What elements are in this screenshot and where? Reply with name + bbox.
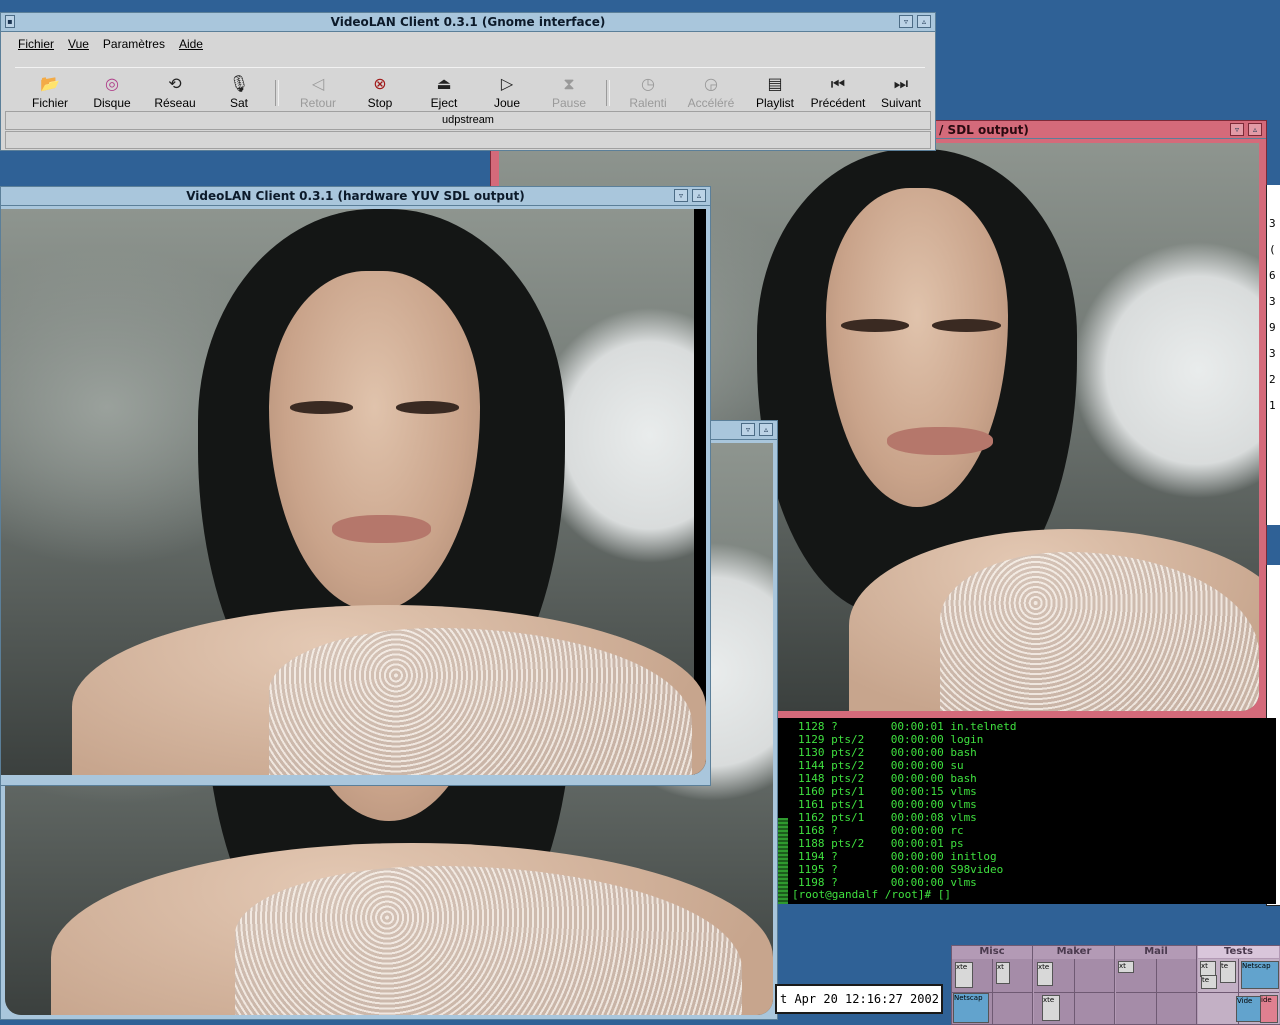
desktop-pager: Misc xte xt Maker xte xte Mail xt Tests … — [951, 945, 1280, 1025]
minimize-button[interactable]: ▿ — [1230, 123, 1244, 136]
progress-bar[interactable] — [5, 131, 931, 149]
mini-window[interactable]: te — [1201, 975, 1217, 989]
desktop-mail[interactable]: Mail xt — [1116, 946, 1197, 1024]
pause-icon: ⧗ — [563, 74, 575, 93]
mini-window[interactable]: xt — [1118, 961, 1134, 973]
terminal-line: 1160 pts/1 00:00:15 vlms — [798, 785, 977, 798]
fast-icon: ◶ — [704, 74, 718, 93]
terminal-line: 1162 pts/1 00:00:08 vlms — [798, 811, 977, 824]
status-text: udpstream — [442, 114, 494, 126]
menu-vue[interactable]: Vue — [61, 33, 96, 55]
partial-window-right-top: 3 ( 6 3 9 3 2 1 — [1266, 185, 1280, 525]
terminal-line: 1129 pts/2 00:00:00 login — [798, 733, 984, 746]
play-icon: ▷ — [500, 74, 514, 93]
terminal-line: 1188 pts/2 00:00:01 ps — [798, 837, 964, 850]
mini-window[interactable]: xte — [1037, 962, 1053, 986]
mini-window[interactable]: Netscap — [953, 993, 989, 1023]
mini-window[interactable]: xt — [996, 962, 1010, 984]
terminal-window[interactable]: 1128 ? 00:00:01 in.telnetd 1129 pts/2 00… — [776, 718, 1276, 904]
toolbar-separator — [606, 80, 610, 106]
folder-open-icon: 📂 — [40, 74, 60, 93]
maximize-button[interactable]: ▵ — [759, 423, 773, 436]
playlist-icon: ▤ — [767, 74, 783, 93]
minimize-button[interactable]: ▿ — [899, 15, 913, 28]
menu-fichier[interactable]: Fichier — [11, 33, 61, 55]
terminal-line: 1168 ? 00:00:00 rc — [798, 824, 964, 837]
mini-window[interactable]: xte — [1042, 995, 1060, 1021]
terminal-prompt[interactable]: [root@gandalf /root]# [] — [792, 888, 951, 901]
desktop-tests[interactable]: Tests xt te te Netscap Vide ide — [1198, 946, 1279, 1024]
disc-icon: ◎ — [105, 74, 119, 93]
mini-window[interactable]: Netscap — [1241, 961, 1279, 989]
desktop-label: Maker — [1034, 946, 1114, 958]
vlc-main-window: VideoLAN Client 0.3.1 (Gnome interface) … — [0, 12, 936, 151]
clock: t Apr 20 12:16:27 2002 — [775, 984, 943, 1014]
vlc-main-title: VideoLAN Client 0.3.1 (Gnome interface) — [330, 15, 606, 29]
terminal-line: 1161 pts/1 00:00:00 vlms — [798, 798, 977, 811]
desktop-label: Misc — [952, 946, 1032, 958]
mini-window[interactable]: te — [1220, 961, 1236, 983]
microphone-icon: 🎙 — [228, 74, 250, 93]
desktop-maker[interactable]: Maker xte xte — [1034, 946, 1115, 1024]
video-window-front-title: VideoLAN Client 0.3.1 (hardware YUV SDL … — [186, 189, 525, 203]
mini-window[interactable]: xte — [955, 962, 973, 988]
menu-aide[interactable]: Aide — [172, 33, 210, 55]
prev-icon: ⏮ — [830, 74, 846, 93]
menu-bar: Fichier Vue Paramètres Aide — [11, 33, 210, 55]
status-bar: udpstream — [5, 111, 931, 130]
maximize-button[interactable]: ▵ — [692, 189, 706, 202]
clock-text: t Apr 20 12:16:27 2002 — [780, 992, 939, 1006]
desktop-label: Mail — [1116, 946, 1196, 958]
vlc-main-titlebar[interactable]: VideoLAN Client 0.3.1 (Gnome interface) — [1, 13, 935, 32]
maximize-button[interactable]: ▵ — [1248, 123, 1262, 136]
video-window-front-titlebar[interactable]: VideoLAN Client 0.3.1 (hardware YUV SDL … — [1, 187, 710, 206]
terminal-line: 1195 ? 00:00:00 S98video — [798, 863, 1004, 876]
video-window-front: VideoLAN Client 0.3.1 (hardware YUV SDL … — [0, 186, 711, 786]
video-window-back-title: / SDL output) — [939, 123, 1029, 137]
slow-icon: ◷ — [641, 74, 655, 93]
menu-parametres[interactable]: Paramètres — [96, 33, 172, 55]
window-menu-button[interactable]: ▪ — [5, 15, 15, 28]
terminal-line: 1148 pts/2 00:00:00 bash — [798, 772, 977, 785]
mini-window[interactable]: ide — [1260, 995, 1278, 1023]
toolbar-separator — [275, 80, 279, 106]
video-frame-front — [1, 209, 706, 775]
terminal-line: 1130 pts/2 00:00:00 bash — [798, 746, 977, 759]
back-icon: ◁ — [311, 74, 325, 93]
right-edge-text: 3 ( 6 3 9 3 2 1 — [1269, 217, 1276, 412]
terminal-content: 1128 ? 00:00:01 in.telnetd 1129 pts/2 00… — [798, 720, 1017, 889]
maximize-button[interactable]: ▵ — [917, 15, 931, 28]
next-icon: ⏭ — [893, 74, 909, 93]
network-icon: ⟲ — [168, 74, 182, 93]
terminal-line: 1128 ? 00:00:01 in.telnetd — [798, 720, 1017, 733]
minimize-button[interactable]: ▿ — [741, 423, 755, 436]
minimize-button[interactable]: ▿ — [674, 189, 688, 202]
desktop-label: Tests — [1198, 946, 1279, 958]
stop-icon: ⊗ — [373, 74, 387, 93]
terminal-line: 1144 pts/2 00:00:00 su — [798, 759, 964, 772]
terminal-line: 1194 ? 00:00:00 initlog — [798, 850, 997, 863]
eject-icon: ⏏ — [436, 74, 452, 93]
